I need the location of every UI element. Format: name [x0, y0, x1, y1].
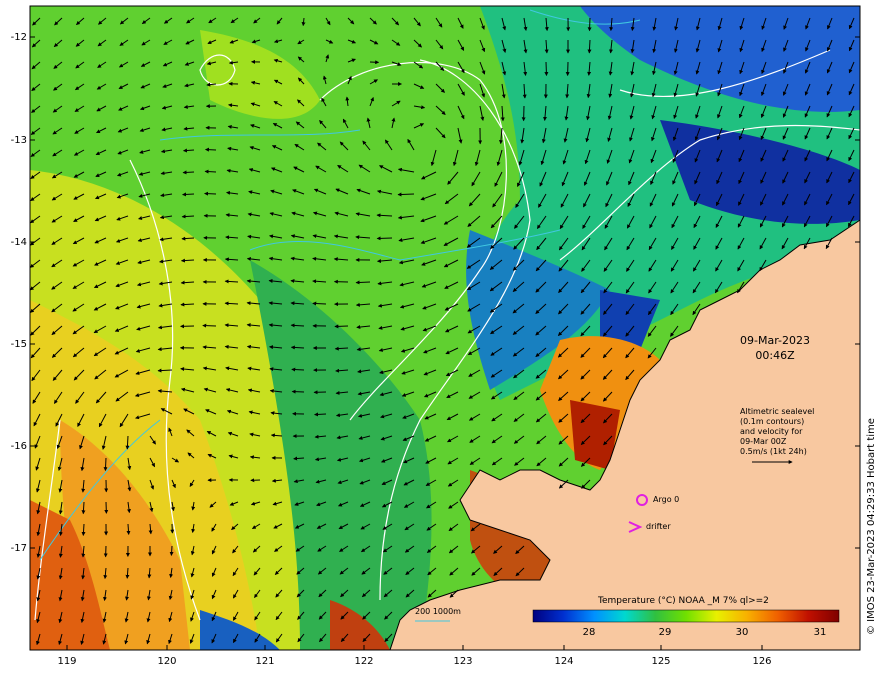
- longitude-tick-label: 126: [752, 656, 771, 667]
- velocity-arrow: [587, 17, 592, 32]
- velocity-arrow: [204, 169, 217, 174]
- colorbar-tick-label: 31: [814, 627, 827, 638]
- velocity-arrow: [314, 412, 327, 417]
- colorbar: [532, 609, 840, 623]
- depth-legend-label: 200 1000m: [415, 607, 461, 616]
- altimetry-note: Altimetric sealevel (0.1m contours) and …: [740, 407, 814, 457]
- velocity-arrow: [587, 39, 592, 54]
- time-label: 00:46Z: [755, 349, 795, 362]
- date-label: 09-Mar-2023: [740, 334, 810, 347]
- velocity-arrow: [290, 345, 305, 350]
- colorbar-title: Temperature (°C) NOAA _M 7% ql>=2: [598, 596, 769, 606]
- latitude-tick-label: -14: [11, 237, 27, 248]
- velocity-arrow: [125, 435, 130, 450]
- velocity-arrow: [81, 523, 86, 536]
- longitude-tick-label: 122: [354, 656, 373, 667]
- longitude-tick-label: 123: [453, 656, 472, 667]
- latitude-tick-label: -17: [11, 543, 27, 554]
- velocity-arrow: [355, 280, 371, 285]
- velocity-arrow: [291, 367, 305, 372]
- velocity-arrow: [103, 457, 108, 472]
- longitude-tick-label: 125: [651, 656, 670, 667]
- copyright-notice: © IMOS 23-Mar-2023 04:29:33 Hobart time: [866, 418, 877, 635]
- longitude-tick-label: 124: [554, 656, 573, 667]
- argo-label: Argo 0: [653, 495, 680, 504]
- velocity-arrow: [157, 368, 173, 373]
- altimetry-line-5: 0.5m/s (1kt 24h): [740, 447, 807, 456]
- velocity-arrow: [180, 302, 195, 307]
- longitude-tick-label: 120: [157, 656, 176, 667]
- velocity-arrow: [169, 545, 174, 556]
- velocity-arrow: [376, 236, 393, 241]
- altimetry-line-3: and velocity for: [740, 427, 803, 436]
- date-time-label: 09-Mar-2023 00:46Z: [725, 333, 825, 363]
- velocity-arrow: [334, 324, 349, 329]
- latitude-tick-label: -16: [11, 441, 27, 452]
- velocity-arrow: [291, 389, 305, 394]
- velocity-arrow: [204, 147, 217, 152]
- drifter-label: drifter: [646, 522, 671, 531]
- latitude-tick-label: -12: [11, 32, 27, 43]
- longitude-tick-label: 121: [255, 656, 274, 667]
- velocity-arrow: [312, 301, 327, 306]
- velocity-arrow: [126, 523, 131, 535]
- colorbar-tick-label: 30: [736, 627, 749, 638]
- velocity-arrow: [181, 214, 195, 219]
- altimetry-line-1: Altimetric sealevel: [740, 407, 815, 416]
- velocity-arrow: [182, 192, 195, 197]
- colorbar-tick-label: 29: [659, 627, 672, 638]
- altimetry-line-4: 09-Mar 00Z: [740, 437, 787, 446]
- latitude-tick-label: -15: [11, 339, 27, 350]
- velocity-arrow: [182, 170, 195, 175]
- altimetry-line-2: (0.1m contours): [740, 417, 805, 426]
- velocity-arrow: [81, 501, 86, 515]
- velocity-arrow: [182, 148, 195, 153]
- velocity-arrow: [204, 191, 217, 196]
- velocity-arrow: [397, 192, 415, 197]
- latitude-tick-label: -13: [11, 135, 27, 146]
- longitude-tick-label: 119: [57, 656, 76, 667]
- colorbar-tick-label: 28: [583, 627, 596, 638]
- velocity-arrow: [202, 323, 217, 328]
- velocity-arrow: [544, 61, 549, 77]
